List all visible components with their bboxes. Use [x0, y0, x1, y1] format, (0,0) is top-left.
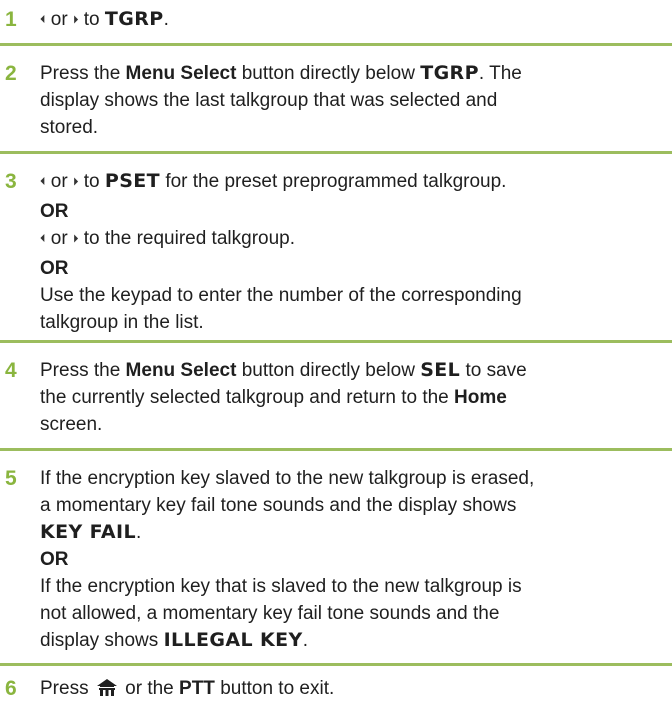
or-label: OR — [40, 258, 69, 279]
left-arrow-icon: ⏴ — [40, 233, 46, 245]
divider — [0, 448, 672, 451]
home-label: Home — [454, 387, 507, 408]
right-arrow-icon: ⏵ — [72, 14, 79, 26]
display-text: TGRP — [420, 62, 479, 84]
step-number: 3 — [5, 170, 17, 193]
button-name: PTT — [179, 678, 215, 699]
left-arrow-icon: ⏴ — [40, 14, 46, 26]
divider — [0, 340, 672, 343]
divider — [0, 663, 672, 666]
button-name: Menu Select — [125, 360, 237, 381]
display-text: TGRP — [104, 8, 164, 30]
home-icon — [96, 679, 117, 696]
display-text: ILLEGAL KEY — [163, 629, 303, 651]
or-label: OR — [40, 201, 69, 222]
right-arrow-icon: ⏵ — [72, 176, 79, 188]
or-label: OR — [40, 549, 69, 570]
step-number: 5 — [5, 467, 17, 490]
right-arrow-icon: ⏵ — [72, 233, 79, 245]
left-arrow-icon: ⏴ — [40, 176, 46, 188]
step-number: 4 — [5, 359, 17, 382]
display-text: SEL — [420, 359, 461, 381]
step-number: 1 — [5, 8, 17, 31]
button-name: Menu Select — [125, 63, 237, 84]
divider — [0, 43, 672, 46]
display-text: KEY FAIL — [40, 521, 136, 543]
step-number: 2 — [5, 62, 17, 85]
display-text: PSET — [104, 170, 161, 192]
divider — [0, 151, 672, 154]
step-number: 6 — [5, 677, 17, 700]
